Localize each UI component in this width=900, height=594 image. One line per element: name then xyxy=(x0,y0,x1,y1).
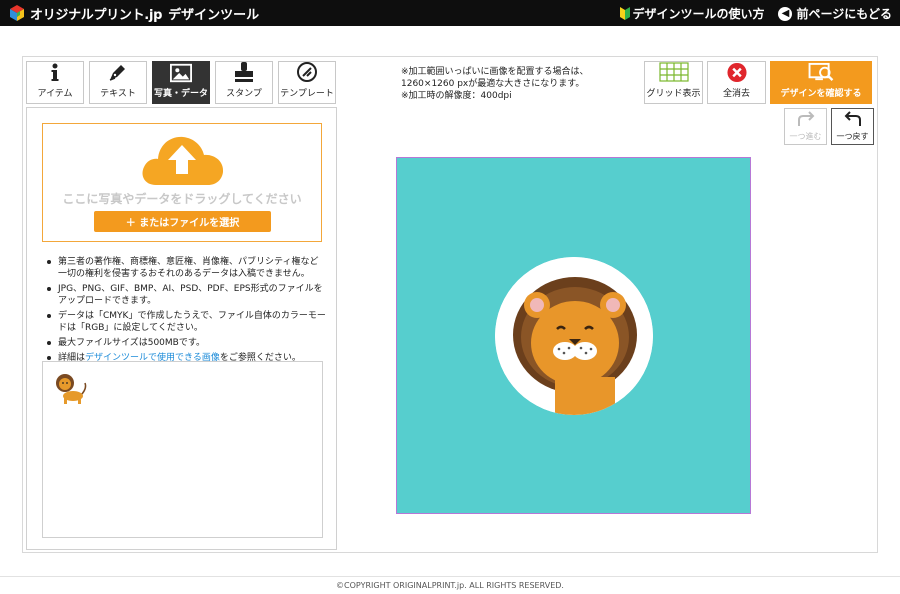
note-max-size: 最大ファイルサイズは500MBです。 xyxy=(44,337,326,349)
note-color-mode: データは「CMYK」で作成したうえで、ファイル自体のカラーモードは「RGB」に設… xyxy=(44,310,326,334)
info-line-3: ※加工時の解像度：400dpi xyxy=(401,91,512,101)
cloud-upload-icon xyxy=(142,136,224,185)
note-rights: 第三者の著作権、商標権、意匠権、肖像権、パブリシティ権など一切の権利を侵害するお… xyxy=(44,256,326,280)
tab-stamp-label: スタンプ xyxy=(226,89,262,99)
site-logo[interactable]: オリジナルプリント.jp デザインツール xyxy=(8,4,260,23)
lion-photo[interactable] xyxy=(495,257,653,415)
clear-all-label: 全消去 xyxy=(722,89,750,99)
print-info: ※加工範囲いっぱいに画像を配置する場合は、 1260×1260 pxが最適な大き… xyxy=(401,66,589,102)
logo-text: オリジナルプリント.jp xyxy=(30,7,163,23)
redo-arrow-icon xyxy=(797,111,814,126)
grid-toggle-button[interactable]: グリッド表示 xyxy=(644,61,703,104)
logo-subtitle: デザインツール xyxy=(168,7,260,23)
beginner-mark-icon xyxy=(620,7,631,20)
back-link-label: 前ページにもどる xyxy=(796,7,892,21)
tab-text[interactable]: テキスト xyxy=(89,61,147,104)
guide-link-label: デザインツールの使い方 xyxy=(632,7,765,21)
confirm-design-label: デザインを確認する xyxy=(780,89,862,99)
back-arrow-icon: ◀ xyxy=(778,6,793,21)
lion-illustration xyxy=(495,257,653,415)
template-icon xyxy=(296,61,318,83)
logo-cube-icon xyxy=(10,5,24,21)
grid-icon xyxy=(658,62,689,82)
info-line-2: 1260×1260 pxが最適な大きさになります。 xyxy=(401,79,585,89)
tab-template[interactable]: テンプレート xyxy=(278,61,336,104)
tool-tabs: アイテム テキスト 写真・データ スタンプ テンプレート xyxy=(26,61,336,104)
design-canvas[interactable] xyxy=(396,157,751,514)
file-dropzone[interactable]: ここに写真やデータをドラッグしてください ＋ またはファイルを選択 xyxy=(42,123,322,242)
grid-toggle-label: グリッド表示 xyxy=(646,89,701,99)
upload-notes: 第三者の著作権、商標権、意匠権、肖像権、パブリシティ権など一切の権利を侵害するお… xyxy=(44,256,326,367)
confirm-design-button[interactable]: デザインを確認する xyxy=(770,61,872,104)
footer-divider xyxy=(0,576,900,577)
pen-icon xyxy=(107,61,129,83)
tab-text-label: テキスト xyxy=(100,89,136,99)
top-bar: オリジナルプリント.jp デザインツール デザインツールの使い方 ◀ 前ページに… xyxy=(0,0,900,26)
preview-monitor-icon xyxy=(808,62,834,81)
guide-link[interactable]: デザインツールの使い方 xyxy=(620,5,764,22)
select-file-button[interactable]: ＋ またはファイルを選択 xyxy=(94,211,271,232)
stamp-icon xyxy=(233,61,255,83)
redo-button[interactable]: 一つ進む xyxy=(784,108,827,145)
tab-item-label: アイテム xyxy=(37,89,73,99)
dropzone-text: ここに写真やデータをドラッグしてください xyxy=(62,192,302,206)
tab-stamp[interactable]: スタンプ xyxy=(215,61,273,104)
undo-label: 一つ戻す xyxy=(836,132,869,141)
redo-label: 一つ進む xyxy=(789,132,822,141)
note-formats: JPG、PNG、GIF、BMP、AI、PSD、PDF、EPS形式のファイルをアッ… xyxy=(44,283,326,307)
close-circle-icon xyxy=(726,62,747,83)
uploaded-images-list xyxy=(42,361,323,538)
undo-arrow-icon xyxy=(844,111,861,126)
copyright: ©COPYRIGHT ORIGINALPRINT.jp. ALL RIGHTS … xyxy=(336,581,564,590)
undo-button[interactable]: 一つ戻す xyxy=(831,108,874,145)
info-line-1: ※加工範囲いっぱいに画像を配置する場合は、 xyxy=(401,67,589,77)
back-link[interactable]: ◀ 前ページにもどる xyxy=(778,5,892,22)
tab-item[interactable]: アイテム xyxy=(26,61,84,104)
lion-thumbnail[interactable] xyxy=(51,370,88,407)
image-icon xyxy=(170,62,192,83)
info-icon xyxy=(44,62,66,83)
tab-template-label: テンプレート xyxy=(280,89,334,99)
tab-photo-data-label: 写真・データ xyxy=(153,89,208,99)
clear-all-button[interactable]: 全消去 xyxy=(707,61,766,104)
tab-photo-data[interactable]: 写真・データ xyxy=(152,61,210,104)
